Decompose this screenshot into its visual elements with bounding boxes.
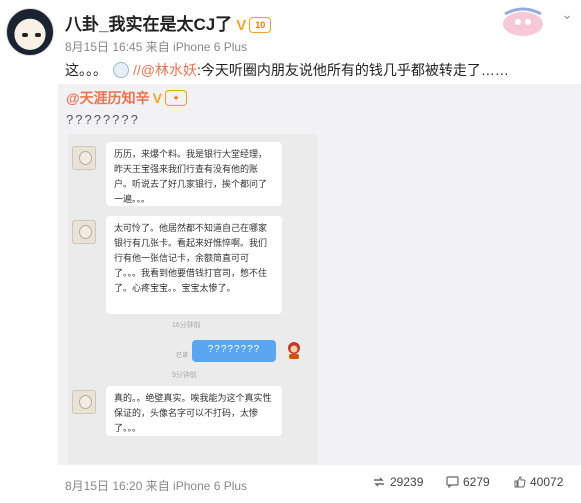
repost-box[interactable]: @天涯历知辛 V ✦ ???????? 历历，来爆个料。我是银行大堂经理，昨天王宝强…	[58, 84, 581, 465]
chat-message: 太可怜了。他居然都不知道自己在哪家银行有几张卡。看起来好憔悴啊。我们行有他一张信…	[106, 216, 282, 314]
username-line: 八卦_我实在是太CJ了 V 10	[65, 10, 272, 35]
mention-avatar-icon	[113, 62, 129, 78]
level-badge: ✦	[165, 90, 187, 106]
username[interactable]: 八卦_我实在是太CJ了	[65, 15, 232, 34]
post-body: :今天听圈内朋友说他所有的钱几乎都被转走了……	[197, 62, 509, 78]
repost-icon	[374, 477, 384, 487]
self-avatar-icon	[288, 342, 300, 359]
avatar[interactable]	[6, 8, 54, 56]
verified-badge-icon: V	[236, 17, 247, 34]
comment-count: 6279	[463, 475, 490, 489]
mention-separator: //	[133, 62, 141, 78]
repost-author-line: @天涯历知辛 V ✦	[66, 88, 187, 108]
chat-avatar	[72, 390, 96, 414]
chat-avatar	[72, 146, 96, 170]
chat-message: 真的。。绝壁真实。唉我能为这个真实性保证的，头像名字可以不打码，太惨了。。。	[106, 386, 282, 436]
like-button[interactable]: 40072	[514, 475, 563, 489]
post-footer: 8月15日 16:20 来自 iPhone 6 Plus 29239 6279 …	[0, 465, 581, 503]
chevron-down-icon[interactable]: ⌄	[561, 6, 573, 23]
repost-text: ????????	[66, 112, 140, 127]
repost-meta: 8月15日 16:20 来自 iPhone 6 Plus	[65, 479, 248, 493]
like-count: 40072	[530, 475, 564, 489]
post-meta: 8月15日 16:45 来自 iPhone 6 Plus	[65, 40, 248, 54]
post-prefix: 这。。。	[65, 62, 107, 78]
post-header: 八卦_我实在是太CJ了 V 10 8月15日 16:45 来自 iPhone 6 P…	[0, 0, 581, 60]
post-text: 这。。。 //@林水妖:今天听圈内朋友说他所有的钱几乎都被转走了……	[65, 60, 509, 80]
verified-badge-icon: V	[152, 90, 162, 106]
thumbs-up-icon	[514, 476, 526, 488]
chat-timestamp: 16分钟前	[172, 322, 201, 329]
chat-message-self: ????????	[192, 340, 276, 362]
chat-avatar	[72, 220, 96, 244]
comment-button[interactable]: 6279	[446, 475, 490, 489]
chat-timestamp: 9分钟前	[172, 372, 197, 379]
mention-link[interactable]: @林水妖	[141, 62, 197, 78]
chat-screenshot: 历历，来爆个料。我是银行大堂经理，昨天王宝强来我们行查有没有他的账户。听说去了好…	[68, 134, 318, 464]
repost-button[interactable]: 29239	[372, 475, 423, 489]
read-receipt: 已读	[176, 353, 189, 359]
repost-author[interactable]: @天涯历知辛	[66, 90, 150, 106]
repost-count: 29239	[390, 475, 424, 489]
level-badge: 10	[249, 17, 272, 33]
comment-icon	[446, 476, 459, 489]
chat-message: 历历，来爆个料。我是银行大堂经理，昨天王宝强来我们行查有没有他的账户。听说去了好…	[106, 142, 282, 206]
